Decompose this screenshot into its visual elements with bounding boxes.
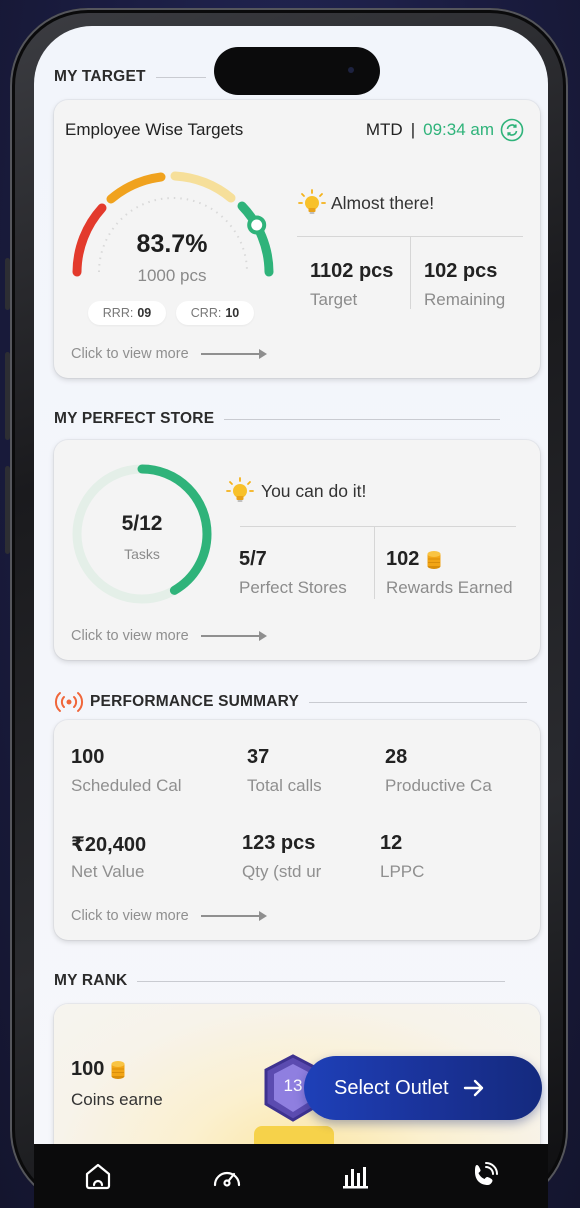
crr-pill: CRR: 10 bbox=[176, 301, 254, 325]
performance-card[interactable]: 100 Scheduled Cal 37 Total calls 28 Prod… bbox=[54, 720, 540, 940]
coins-value-wrap: 100 bbox=[71, 1058, 125, 1081]
arrow-right-icon bbox=[200, 911, 267, 921]
phone-call-icon bbox=[469, 1161, 499, 1191]
nav-calls[interactable] bbox=[460, 1152, 508, 1200]
performance-value: 100 bbox=[71, 746, 105, 768]
rewards-value-wrap: 102 bbox=[386, 548, 441, 571]
divider bbox=[374, 527, 375, 599]
dynamic-island bbox=[214, 47, 380, 95]
performance-value: 28 bbox=[385, 746, 408, 768]
gauge-knob bbox=[247, 215, 267, 235]
nav-reports[interactable] bbox=[331, 1152, 379, 1200]
coins-label: Coins earne bbox=[71, 1090, 163, 1109]
broadcast-icon bbox=[54, 690, 84, 714]
performance-value: 12 bbox=[380, 832, 403, 854]
section-title-rank: MY RANK bbox=[54, 972, 506, 990]
performance-label: LPPC bbox=[380, 862, 425, 881]
card-title: Employee Wise Targets bbox=[65, 120, 244, 139]
side-button bbox=[5, 258, 10, 310]
target-label: Target bbox=[310, 290, 358, 309]
side-button bbox=[5, 466, 10, 554]
arrow-right-icon bbox=[463, 1078, 485, 1098]
divider bbox=[240, 526, 516, 527]
speedometer-icon bbox=[210, 1161, 244, 1191]
select-outlet-button[interactable]: Select Outlet bbox=[304, 1056, 542, 1120]
app-screen: MY TARGET Employee Wise Targets MTD | 09… bbox=[34, 26, 548, 1208]
tasks-label: Tasks bbox=[124, 546, 160, 562]
view-more-link[interactable]: Click to view more bbox=[71, 908, 267, 924]
section-title-target: MY TARGET bbox=[54, 68, 206, 86]
coin-icon bbox=[427, 550, 441, 570]
performance-value: 37 bbox=[247, 746, 270, 768]
section-title-perfect-store: MY PERFECT STORE bbox=[54, 410, 501, 428]
arrow-right-icon bbox=[200, 349, 267, 359]
perfect-stores-label: Perfect Stores bbox=[239, 578, 347, 597]
perfect-store-card[interactable]: 5/12 Tasks You can do it! 5/7 Perfect St… bbox=[54, 440, 540, 660]
remaining-value: 102 pcs bbox=[424, 260, 498, 282]
performance-label: Scheduled Cal bbox=[71, 776, 182, 795]
coins-value: 100 bbox=[71, 1058, 105, 1080]
rewards-label: Rewards Earned bbox=[386, 578, 513, 597]
target-header-right: MTD | 09:34 am bbox=[366, 118, 524, 142]
remaining-label: Remaining bbox=[424, 290, 506, 309]
nav-dashboard[interactable] bbox=[203, 1152, 251, 1200]
period-label: MTD bbox=[365, 120, 403, 139]
target-card[interactable]: Employee Wise Targets MTD | 09:34 am 83.… bbox=[54, 100, 540, 378]
side-button bbox=[5, 352, 10, 440]
coin-icon bbox=[111, 1060, 125, 1080]
target-percent: 83.7% bbox=[136, 230, 208, 258]
performance-label: Qty (std ur bbox=[242, 862, 322, 881]
bar-chart-icon bbox=[340, 1161, 370, 1191]
performance-value: 123 pcs bbox=[242, 832, 316, 854]
target-achieved: 1000 pcs bbox=[137, 266, 207, 285]
refresh-icon[interactable] bbox=[500, 118, 524, 142]
target-message: Almost there! bbox=[297, 188, 434, 218]
separator: | bbox=[410, 120, 416, 139]
home-icon bbox=[83, 1161, 113, 1191]
view-more-link[interactable]: Click to view more bbox=[71, 346, 267, 362]
lightbulb-icon bbox=[297, 188, 327, 218]
performance-label: Productive Ca bbox=[385, 776, 492, 795]
perfect-store-message: You can do it! bbox=[225, 476, 366, 506]
performance-label: Net Value bbox=[71, 862, 145, 881]
tasks-fraction: 5/12 bbox=[121, 512, 163, 535]
view-more-link[interactable]: Click to view more bbox=[71, 628, 267, 644]
time-label: 09:34 am bbox=[423, 120, 494, 139]
section-title-performance: PERFORMANCE SUMMARY bbox=[54, 690, 528, 714]
target-value: 1102 pcs bbox=[310, 260, 394, 282]
perfect-stores-value: 5/7 bbox=[239, 548, 267, 570]
performance-value: ₹20,400 bbox=[71, 834, 147, 856]
rrr-pill: RRR: 09 bbox=[88, 301, 166, 325]
bottom-navigation bbox=[34, 1144, 548, 1208]
performance-label: Total calls bbox=[247, 776, 322, 795]
lightbulb-icon bbox=[225, 476, 255, 506]
rewards-value: 102 bbox=[386, 548, 420, 570]
divider bbox=[410, 237, 411, 309]
nav-home[interactable] bbox=[74, 1152, 122, 1200]
arrow-right-icon bbox=[200, 631, 267, 641]
